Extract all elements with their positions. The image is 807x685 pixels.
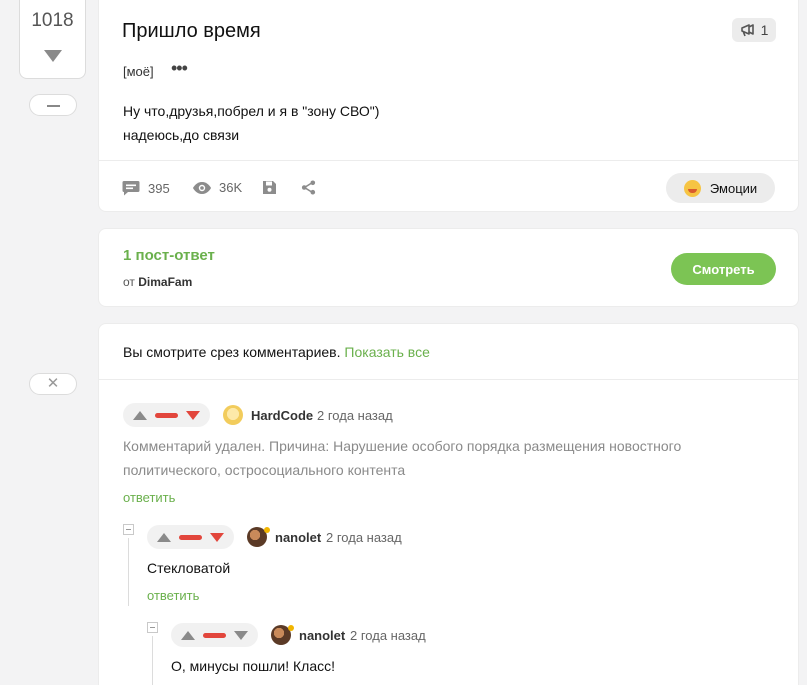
eye-icon [193,181,211,194]
comment-time: 2 года назад [350,628,426,643]
watch-button[interactable]: Смотреть [671,253,776,285]
avatar[interactable] [223,405,243,425]
collapse-post-button[interactable] [29,94,77,116]
comment-text: Комментарий удален. Причина: Нарушение о… [123,434,681,482]
comments-count: 395 [148,180,170,196]
views-count: 36K [219,180,243,195]
collapse-thread-icon[interactable] [147,622,158,633]
reply-from-prefix: от [123,275,135,289]
minus-icon [47,105,60,107]
emotions-button[interactable]: Эмоции [666,173,775,203]
post-body: Ну что,друзья,побрел и я в "зону СВО") н… [123,99,379,147]
thread-line[interactable] [152,636,153,685]
comment-time: 2 года назад [326,530,402,545]
comment-author[interactable]: HardCode [251,408,313,423]
upvote-icon[interactable] [181,630,195,640]
comment-vote-control [123,403,210,427]
reply-link[interactable]: ответить [147,588,199,603]
post-rating-panel: 1018 [19,0,86,79]
comment-vote-control [171,623,258,647]
post-rating-value: 1018 [31,10,74,31]
slice-notice: Вы смотрите срез комментариев. Показать … [123,344,430,360]
emotions-label: Эмоции [709,180,758,196]
save-button[interactable] [262,180,277,195]
comments-card: Вы смотрите срез комментариев. Показать … [98,323,799,685]
downvote-icon[interactable] [210,532,224,542]
reply-post-from: от DimaFam [123,275,192,289]
rating-bar [155,412,178,418]
post-tag[interactable]: [моё] [123,64,154,79]
views-stat: 36K [193,180,242,195]
share-button[interactable] [301,180,316,195]
reply-posts-badge[interactable]: 1 [732,18,776,42]
comment-author[interactable]: nanolet [275,530,321,545]
reply-posts-count: 1 [760,22,769,38]
post-body-line: надеюсь,до связи [123,127,240,143]
post-body-line: Ну что,друзья,побрел и я в "зону СВО") [123,103,380,119]
more-options-icon[interactable]: ••• [171,59,188,77]
rating-bar [203,632,226,638]
slice-note-text: Вы смотрите срез комментариев. [123,344,341,360]
comments-stat[interactable]: 395 [122,180,170,196]
close-slice-button[interactable]: ✕ [29,373,77,395]
post-card: Пришло время 1 [моё] ••• Ну что,друзья,п… [98,0,799,212]
megaphone-icon [740,24,754,37]
share-icon [301,180,316,195]
divider [99,160,798,161]
reply-post-title[interactable]: 1 пост-ответ [123,247,215,264]
online-indicator [264,527,270,533]
reply-link[interactable]: ответить [123,490,175,505]
comment-text: О, минусы пошли! Класс! [171,654,335,678]
comment-icon [122,181,140,196]
comment-text-line: Комментарий удален. Причина: Нарушение о… [123,438,682,454]
comment-text-line: О, минусы пошли! Класс! [171,658,336,674]
comment-time: 2 года назад [317,408,393,423]
emotion-face-icon [683,179,701,197]
comment-vote-control [147,525,234,549]
upvote-icon[interactable] [133,410,147,420]
downvote-arrow-icon[interactable] [44,50,62,62]
upvote-icon[interactable] [157,532,171,542]
comment-text-line: политического, остросоциального контента [123,462,406,478]
reply-post-card: 1 пост-ответ от DimaFam Смотреть [98,228,799,307]
post-title[interactable]: Пришло время [122,20,261,43]
show-all-link[interactable]: Показать все [344,344,429,360]
thread-line[interactable] [128,538,129,606]
online-indicator [288,625,294,631]
downvote-icon[interactable] [234,630,248,640]
divider [99,379,798,380]
collapse-thread-icon[interactable] [123,524,134,535]
comment-text-line: Стекловатой [147,560,231,576]
comment-text: Стекловатой [147,556,230,580]
downvote-icon[interactable] [186,410,200,420]
rating-bar [179,534,202,540]
comment-author[interactable]: nanolet [299,628,345,643]
save-icon [263,181,276,194]
reply-from-author[interactable]: DimaFam [138,275,192,289]
